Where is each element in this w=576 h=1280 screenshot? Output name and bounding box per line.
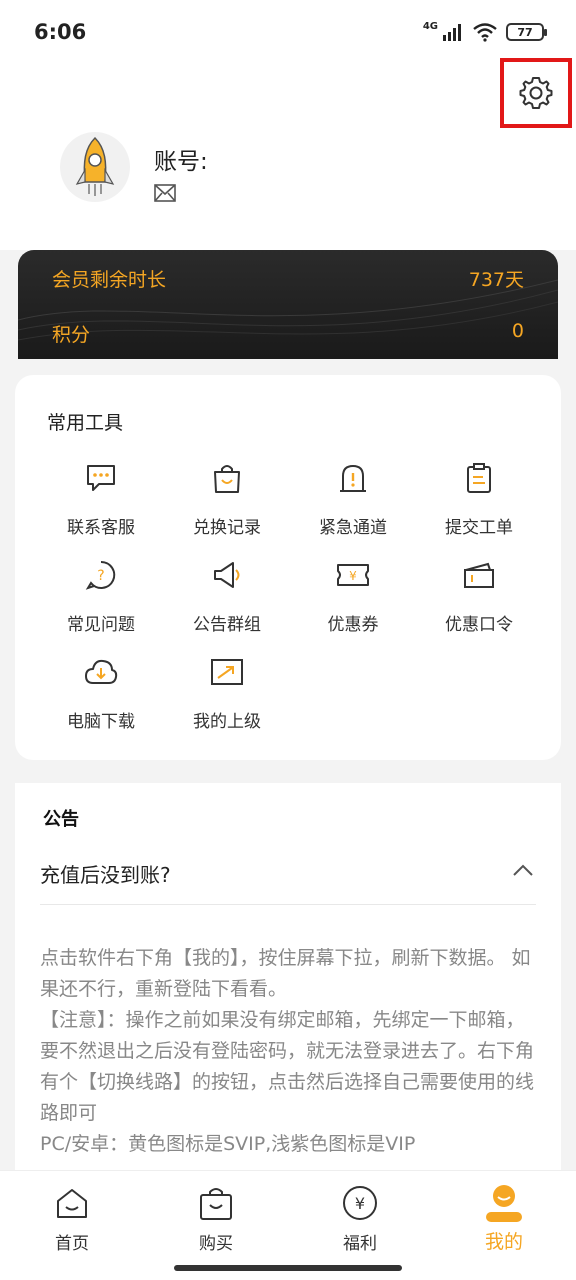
signal-icon (443, 24, 461, 41)
notice-card: 公告 充值后没到账? 点击软件右下角【我的】，按住屏幕下拉，刷新下数据。 如果还… (15, 783, 561, 1183)
membership-remaining-label: 会员剩余时长 (52, 269, 167, 291)
nav-home[interactable]: 首页 (17, 1183, 127, 1254)
shopping-bag-icon (210, 461, 244, 495)
nav-welfare[interactable]: ¥ 福利 (305, 1183, 415, 1254)
tool-submit-ticket[interactable]: 提交工单 (416, 461, 542, 558)
faq-answer-line: 点击软件右下角【我的】，按住屏幕下拉，刷新下数据。 如果还不行，重新登陆下看看。 (40, 947, 531, 1000)
svg-text:¥: ¥ (349, 569, 357, 583)
question-icon: ? (84, 558, 118, 592)
tool-announcement-group[interactable]: 公告群组 (164, 558, 290, 655)
megaphone-icon (210, 558, 244, 592)
tool-faq[interactable]: ? 常见问题 (38, 558, 164, 655)
yen-icon: ¥ (340, 1183, 380, 1223)
membership-remaining-row: 会员剩余时长 737天 (52, 265, 524, 292)
tool-pc-download[interactable]: 电脑下载 (38, 655, 164, 752)
profile-header: 账号: (0, 58, 576, 250)
clipboard-icon (462, 461, 496, 495)
home-indicator (174, 1265, 402, 1271)
mail-icon[interactable] (154, 184, 176, 206)
chat-icon (84, 461, 118, 495)
svg-text:?: ? (97, 568, 104, 584)
tool-label: 我的上级 (193, 712, 261, 732)
tool-emergency-channel[interactable]: 紧急通道 (290, 461, 416, 558)
points-value: 0 (511, 320, 524, 342)
tool-coupon[interactable]: ¥ 优惠券 (290, 558, 416, 655)
tool-redeem-history[interactable]: 兑换记录 (164, 461, 290, 558)
nav-label: 购买 (199, 1234, 233, 1254)
bag-icon (196, 1183, 236, 1223)
wifi-icon (473, 23, 497, 42)
tool-label: 兑换记录 (193, 518, 261, 538)
trend-icon (210, 655, 244, 689)
membership-card[interactable]: 会员剩余时长 737天 积分 0 (18, 250, 558, 359)
tool-label: 优惠券 (327, 615, 379, 635)
faq-question: 充值后没到账? (40, 863, 171, 887)
points-label: 积分 (52, 324, 91, 346)
membership-remaining-value: 737天 (468, 269, 524, 291)
coupon-icon: ¥ (336, 558, 370, 592)
tool-promo-code[interactable]: 优惠口令 (416, 558, 542, 655)
settings-button[interactable] (500, 58, 572, 128)
tool-label: 优惠口令 (445, 615, 513, 635)
alert-icon (336, 461, 370, 495)
tools-grid: 联系客服 兑换记录 紧急通道 提交工单 ? 常见问题 公告群组 ¥ 优惠券 优惠… (38, 461, 542, 752)
tool-label: 公告群组 (193, 615, 261, 635)
nav-buy[interactable]: 购买 (161, 1183, 271, 1254)
nav-label: 首页 (55, 1234, 89, 1254)
tool-label: 联系客服 (67, 518, 135, 538)
status-bar: 6:06 4G 77 (0, 0, 576, 64)
chevron-up-icon[interactable] (512, 863, 534, 877)
account-label: 账号: (154, 149, 208, 175)
faq-answer-line: 【注意】：操作之前如果没有绑定邮箱，先绑定一下邮箱，要不然退出之后没有登陆密码，… (40, 1009, 535, 1124)
avatar[interactable] (60, 132, 130, 202)
svg-text:¥: ¥ (355, 1194, 365, 1213)
home-icon (52, 1183, 92, 1223)
points-row: 积分 0 (52, 320, 524, 347)
status-icons: 4G 77 (422, 20, 547, 42)
profile-icon (484, 1183, 524, 1223)
network-type: 4G (422, 20, 438, 32)
gear-icon (519, 77, 553, 109)
battery-icon: 77 (506, 23, 547, 41)
tool-label: 电脑下载 (67, 712, 135, 732)
tools-title: 常用工具 (47, 412, 124, 434)
nav-label: 福利 (343, 1234, 377, 1254)
tool-my-superior[interactable]: 我的上级 (164, 655, 290, 752)
notice-title: 公告 (43, 809, 79, 830)
status-time: 6:06 (34, 20, 87, 44)
faq-answer: 点击软件右下角【我的】，按住屏幕下拉，刷新下数据。 如果还不行，重新登陆下看看。… (40, 943, 540, 1160)
faq-answer-line: PC/安卓：黄色图标是SVIP,浅紫色图标是VIP (40, 1133, 416, 1155)
faq-question-row[interactable]: 充值后没到账? (40, 853, 536, 905)
rocket-icon (75, 136, 115, 196)
tool-label: 常见问题 (67, 615, 135, 635)
nav-mine[interactable]: 我的 (449, 1183, 559, 1254)
cloud-download-icon (84, 655, 118, 689)
ticket-icon (462, 558, 496, 592)
tool-contact-support[interactable]: 联系客服 (38, 461, 164, 558)
tool-label: 提交工单 (445, 518, 513, 538)
tool-label: 紧急通道 (319, 518, 387, 538)
nav-label: 我的 (484, 1231, 523, 1253)
tools-card: 常用工具 联系客服 兑换记录 紧急通道 提交工单 ? 常见问题 公告群组 ¥ 优… (15, 375, 561, 760)
bottom-nav: 首页 购买 ¥ 福利 我的 (0, 1170, 576, 1280)
